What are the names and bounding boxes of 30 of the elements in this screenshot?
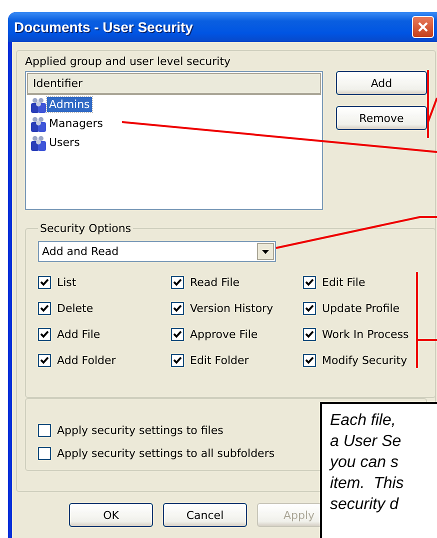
checkbox[interactable]: Work In Process: [303, 325, 409, 343]
checkbox[interactable]: Version History: [171, 299, 274, 317]
side-button[interactable]: Remove: [336, 106, 427, 130]
preset-dropdown[interactable]: Add and Read: [38, 241, 276, 262]
checkbox[interactable]: Apply security settings to all subfolders: [38, 444, 275, 462]
side-button[interactable]: Add: [336, 71, 427, 95]
callout-text: you can s: [330, 453, 400, 473]
list-item[interactable]: Managers: [47, 116, 105, 131]
checkbox[interactable]: Edit Folder: [171, 351, 249, 369]
list-item[interactable]: Admins: [47, 97, 92, 112]
checkbox[interactable]: Edit File: [303, 273, 366, 291]
checkbox[interactable]: Delete: [38, 299, 94, 317]
checkbox[interactable]: Add File: [38, 325, 100, 343]
checkbox[interactable]: Approve File: [171, 325, 258, 343]
checkbox[interactable]: List: [38, 273, 76, 291]
callout-text: item. This: [330, 474, 405, 494]
section-label: Security Options: [39, 222, 132, 235]
list-item[interactable]: Users: [47, 135, 82, 150]
checkbox[interactable]: Read File: [171, 273, 240, 291]
dialog-button[interactable]: Cancel: [163, 503, 247, 527]
window-title: Documents - User Security: [14, 19, 193, 35]
callout-text: a User Se: [330, 432, 402, 452]
group-label: Applied group and user level security: [25, 55, 232, 69]
column-header[interactable]: Identifier: [27, 73, 321, 95]
checkbox[interactable]: Apply security settings to files: [38, 421, 224, 439]
checkbox[interactable]: Modify Security: [303, 351, 408, 369]
dialog-button[interactable]: OK: [69, 503, 153, 527]
checkbox[interactable]: Add Folder: [38, 351, 116, 369]
checkbox[interactable]: Update Profile: [303, 299, 400, 317]
callout-text: Each file,: [330, 411, 397, 431]
